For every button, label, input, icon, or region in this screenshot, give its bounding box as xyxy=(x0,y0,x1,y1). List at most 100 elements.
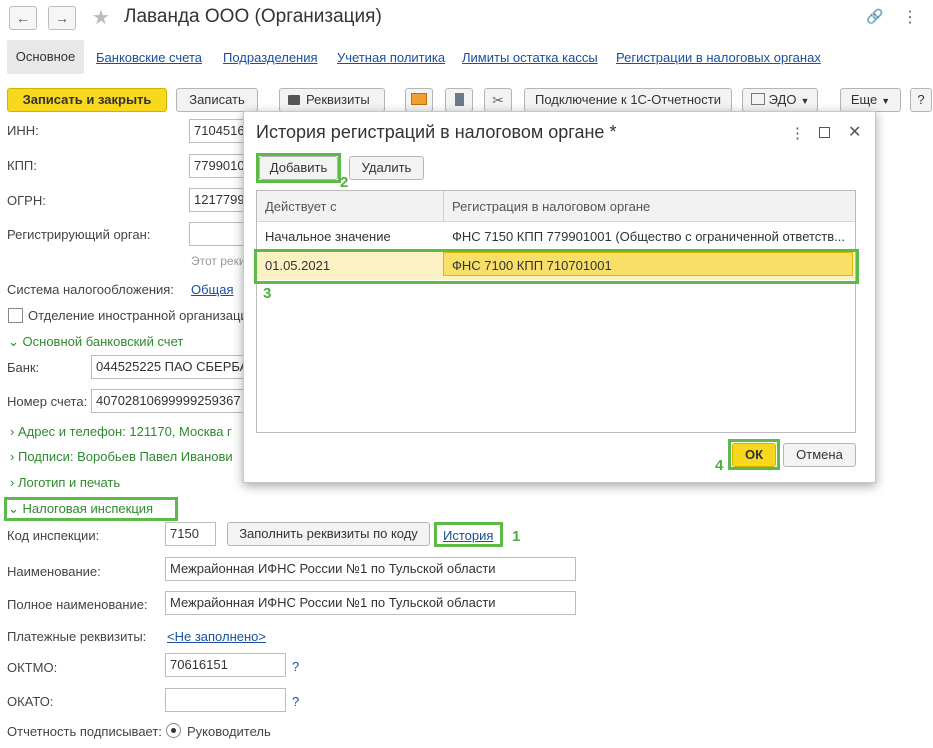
close-icon[interactable]: ✕ xyxy=(848,122,861,142)
marker-4: 4 xyxy=(715,457,724,474)
dialog-more-icon[interactable]: ⋮ xyxy=(790,124,805,142)
chevron-down-icon: ▼ xyxy=(800,96,810,106)
logo-label: Логотип и печать xyxy=(17,475,121,490)
kpp-field[interactable]: 7799010 xyxy=(189,154,249,178)
full-name-field[interactable]: Межрайонная ИФНС России №1 по Тульской о… xyxy=(165,591,576,615)
name-field[interactable]: Межрайонная ИФНС России №1 по Тульской о… xyxy=(165,557,576,581)
okato-label: ОКАТО: xyxy=(7,694,54,709)
chevron-right-icon: › xyxy=(10,449,15,464)
edo-button[interactable]: ЭДО ▼ xyxy=(742,88,818,112)
inn-label: ИНН: xyxy=(7,123,39,138)
payment-label: Платежные реквизиты: xyxy=(7,629,147,644)
link-icon[interactable]: 🔗 xyxy=(866,8,883,25)
highlight-tax-inspection xyxy=(4,497,178,521)
bank-section-label: Основной банковский счет xyxy=(22,334,184,349)
back-button[interactable]: ← xyxy=(9,6,37,30)
tab-tax-registrations[interactable]: Регистрации в налоговых органах xyxy=(616,50,821,65)
more-label: Еще xyxy=(850,92,878,107)
marker-3: 3 xyxy=(263,285,272,302)
more-icon[interactable]: ⋮ xyxy=(902,7,918,27)
fill-by-code-button[interactable]: Заполнить реквизиты по коду xyxy=(227,522,430,546)
reg-hint: Этот реки xyxy=(191,254,246,268)
inn-field[interactable]: 7104516 xyxy=(189,119,249,143)
history-table: Действует с Регистрация в налоговом орга… xyxy=(256,190,856,433)
dialog-title: История регистраций в налоговом органе * xyxy=(256,122,617,142)
foreign-branch-checkbox[interactable] xyxy=(8,308,23,323)
more-button[interactable]: Еще ▼ xyxy=(840,88,901,112)
account-label: Номер счета: xyxy=(7,394,88,409)
email-button[interactable] xyxy=(405,88,433,112)
signatures-section[interactable]: › Подписи: Воробьев Павел Иванови xyxy=(10,449,233,464)
paperclip-icon: ✂ xyxy=(492,92,504,108)
highlight-ok xyxy=(728,439,780,470)
radio-dot xyxy=(171,728,176,733)
okato-help-icon[interactable]: ? xyxy=(292,694,299,709)
tab-accounting-policy[interactable]: Учетная политика xyxy=(337,50,445,65)
ogrn-field[interactable]: 1217799 xyxy=(189,188,249,212)
report-signs-label: Отчетность подписывает: xyxy=(7,724,162,739)
bank-label: Банк: xyxy=(7,360,40,375)
tab-bank-accounts[interactable]: Банковские счета xyxy=(96,50,202,65)
tab-departments[interactable]: Подразделения xyxy=(223,50,318,65)
envelope-icon xyxy=(411,93,427,105)
chevron-right-icon: › xyxy=(10,475,15,490)
edo-label: ЭДО xyxy=(768,92,797,107)
tab-cash-limits[interactable]: Лимиты остатка кассы xyxy=(462,50,598,65)
col-registration[interactable]: Регистрация в налоговом органе xyxy=(452,199,650,214)
delete-button[interactable]: Удалить xyxy=(349,156,424,180)
table-row[interactable]: Начальное значение ФНС 7150 КПП 77990100… xyxy=(257,222,855,250)
attachments-button[interactable]: ✂ xyxy=(484,88,512,112)
logo-section[interactable]: › Логотип и печать xyxy=(10,475,120,490)
account-field[interactable]: 40702810699999259367 xyxy=(91,389,249,413)
save-button[interactable]: Записать xyxy=(176,88,258,112)
payment-link[interactable]: <Не заполнено> xyxy=(167,629,266,644)
printer-icon xyxy=(288,95,300,105)
row-registration: ФНС 7150 КПП 779901001 (Общество с огран… xyxy=(452,229,845,244)
report-signs-radio[interactable] xyxy=(166,723,181,738)
window-title: Лаванда ООО (Организация) xyxy=(124,6,382,27)
table-header: Действует с Регистрация в налоговом орга… xyxy=(257,191,855,222)
bank-field[interactable]: 044525225 ПАО СБЕРБА xyxy=(91,355,249,379)
row-date: Начальное значение xyxy=(265,229,391,244)
requisites-button[interactable]: Реквизиты xyxy=(279,88,385,112)
report-button[interactable] xyxy=(445,88,473,112)
requisites-label: Реквизиты xyxy=(306,92,370,107)
chevron-right-icon: › xyxy=(10,424,15,439)
highlight-add xyxy=(256,153,341,183)
report-signs-value: Руководитель xyxy=(187,724,271,739)
reg-organ-label: Регистрирующий орган: xyxy=(7,227,151,242)
connect-1c-reporting-button[interactable]: Подключение к 1С-Отчетности xyxy=(524,88,732,112)
oktmo-help-icon[interactable]: ? xyxy=(292,659,299,674)
name-label: Наименование: xyxy=(7,564,101,579)
bank-section-header[interactable]: ⌄ Основной банковский счет xyxy=(8,334,183,350)
help-button[interactable]: ? xyxy=(910,88,932,112)
favorite-star-icon[interactable]: ★ xyxy=(92,5,110,30)
edo-icon xyxy=(750,93,765,105)
chevron-down-icon: ▼ xyxy=(881,96,891,106)
address-section[interactable]: › Адрес и телефон: 121170, Москва г xyxy=(10,424,232,439)
oktmo-field[interactable]: 70616151 xyxy=(165,653,286,677)
signatures-label: Подписи: Воробьев Павел Иванови xyxy=(17,449,233,464)
marker-1: 1 xyxy=(512,528,521,545)
inspection-code-field[interactable]: 7150 xyxy=(165,522,216,546)
col-effective-from[interactable]: Действует с xyxy=(265,199,337,214)
kpp-label: КПП: xyxy=(7,158,37,173)
save-and-close-button[interactable]: Записать и закрыть xyxy=(7,88,167,112)
maximize-icon[interactable] xyxy=(819,127,830,138)
address-label: Адрес и телефон: 121170, Москва г xyxy=(17,424,232,439)
marker-2: 2 xyxy=(340,174,349,191)
oktmo-label: ОКТМО: xyxy=(7,660,58,675)
highlight-history xyxy=(434,522,503,547)
forward-button[interactable]: → xyxy=(48,6,76,30)
reg-organ-field[interactable] xyxy=(189,222,249,246)
tax-system-label: Система налогообложения: xyxy=(7,282,174,297)
foreign-branch-label: Отделение иностранной организаци xyxy=(28,308,248,323)
tab-main[interactable]: Основное xyxy=(7,40,84,74)
column-divider xyxy=(443,191,444,221)
inspection-code-label: Код инспекции: xyxy=(7,528,100,543)
okato-field[interactable] xyxy=(165,688,286,712)
cancel-button[interactable]: Отмена xyxy=(783,443,856,467)
full-name-label: Полное наименование: xyxy=(7,597,148,612)
chevron-down-icon: ⌄ xyxy=(8,334,19,349)
tax-system-link[interactable]: Общая xyxy=(191,282,234,297)
